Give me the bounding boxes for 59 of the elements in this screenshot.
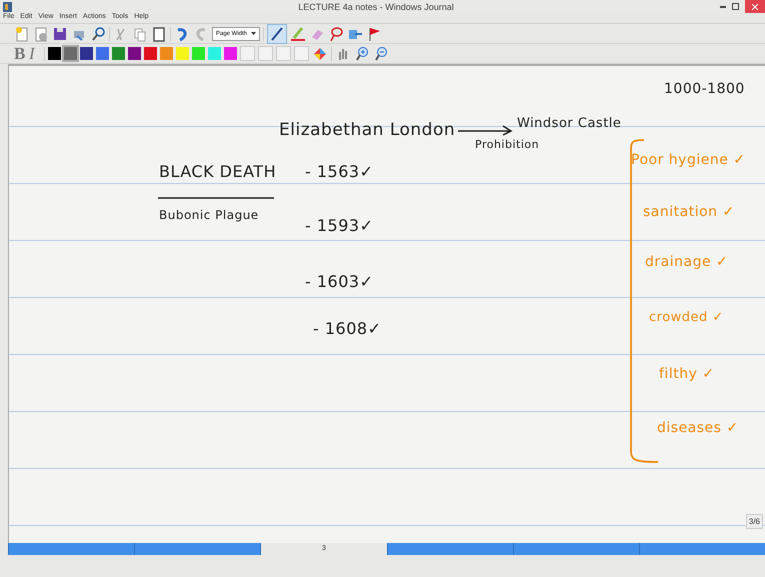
page-tab[interactable] [386,543,513,555]
zoom-in-icon[interactable] [354,46,370,62]
handwritten-note: sanitation ✓ [643,204,735,220]
caret-icon [251,32,256,35]
minimize-icon[interactable] [720,5,726,8]
handwritten-note: Bubonic Plague [159,208,259,222]
lasso-icon[interactable] [328,26,344,42]
page-tab[interactable] [8,543,134,555]
color-swatch[interactable] [160,47,173,60]
page-tab[interactable] [134,543,260,555]
color-swatch[interactable] [192,47,205,60]
handwritten-note: filthy ✓ [659,366,715,382]
page-indicator: 3/6 [746,514,763,529]
handwritten-note: Prohibition [475,138,540,151]
handwritten-note: diseases ✓ [657,420,739,436]
handwritten-note: Poor hygiene ✓ [631,152,746,168]
color-picker-icon[interactable] [312,46,328,62]
color-swatch[interactable] [112,47,125,60]
handwritten-note: - 1593✓ [305,216,374,235]
color-swatch[interactable] [208,47,221,60]
italic-button[interactable]: I [29,44,41,64]
arrow-drawing [457,124,513,136]
handwritten-note: - 1563✓ [305,162,374,181]
handwritten-note: crowded ✓ [649,310,724,325]
maximize-icon[interactable] [732,3,739,10]
color-swatch[interactable] [224,47,237,60]
color-swatch[interactable] [48,47,61,60]
empty-swatch[interactable] [240,46,255,61]
color-swatch[interactable] [128,47,141,60]
handwritten-note: Elizabethan London [279,120,456,140]
app-icon [3,2,12,12]
window-title: LECTURE 4a notes - Windows Journal [297,2,455,12]
color-swatch[interactable] [176,47,189,60]
handwritten-note: Windsor Castle [517,116,622,131]
highlighter-icon[interactable] [290,26,306,42]
search-icon[interactable] [90,26,106,42]
handwritten-note: - 1603✓ [305,272,374,291]
empty-swatch[interactable] [258,46,273,61]
color-swatch[interactable] [96,47,109,60]
template-icon[interactable] [33,26,49,42]
bold-button[interactable]: B [14,44,26,64]
handwritten-note: drainage ✓ [645,254,728,270]
handwritten-note: BLACK DEATH [159,162,276,181]
handwritten-note: 1000-1800 [664,81,745,97]
page-tab[interactable] [638,543,765,555]
zoom-out-icon[interactable] [373,46,389,62]
color-swatch[interactable] [144,47,157,60]
close-icon[interactable] [752,4,758,10]
empty-swatch[interactable] [294,46,309,61]
color-swatch[interactable] [64,47,77,60]
color-swatch[interactable] [80,47,93,60]
new-page-icon[interactable] [14,26,30,42]
empty-swatch[interactable] [276,46,291,61]
save-icon[interactable] [52,26,68,42]
clipboard-icon[interactable] [151,26,167,42]
handwritten-note: - 1608✓ [313,319,382,338]
pen-button[interactable] [267,24,288,44]
close-button[interactable] [745,0,765,13]
page-tab[interactable] [512,543,639,555]
